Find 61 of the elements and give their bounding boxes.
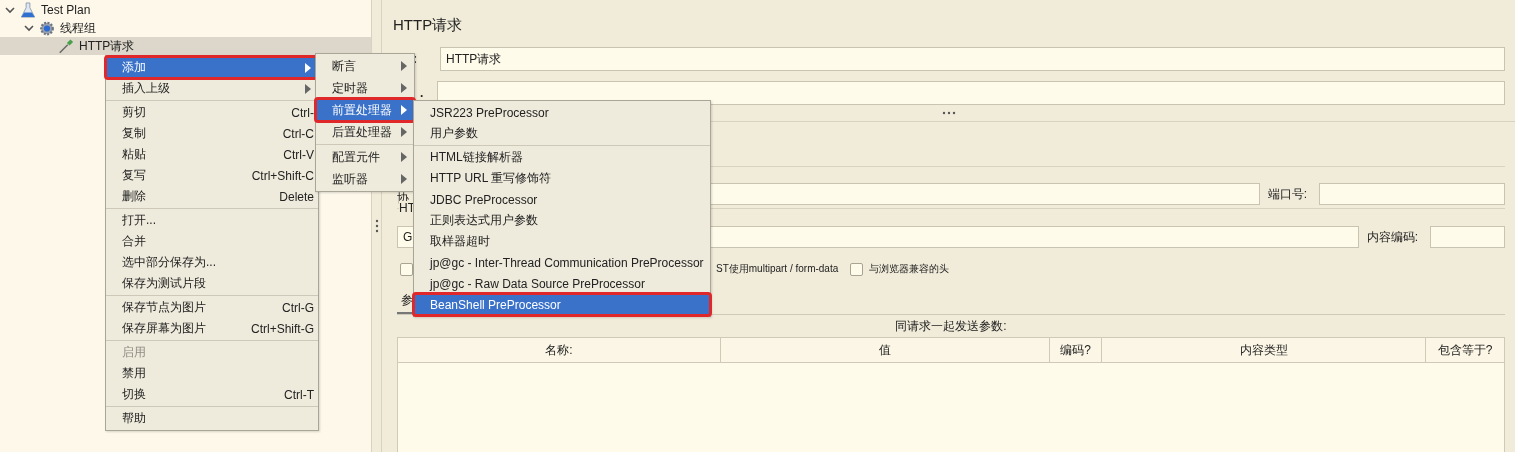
menu-item[interactable]: 复写 Ctrl+Shift-C <box>106 165 318 186</box>
menu-item[interactable]: 删除 Delete <box>106 186 318 207</box>
flask-icon <box>20 1 36 19</box>
name-field[interactable]: HTTP请求 <box>440 47 1505 71</box>
menu-item[interactable]: 打开... <box>106 210 318 231</box>
tree-item[interactable]: Test Plan <box>0 1 371 19</box>
menu-item[interactable]: 配置元件 <box>316 146 414 168</box>
panel-title: HTTP请求 <box>393 15 464 35</box>
pipette-icon <box>58 37 74 55</box>
menu-item[interactable]: 断言 <box>316 55 414 77</box>
menu-item[interactable]: 取样器超时 <box>414 231 710 252</box>
tree-label: HTTP请求 <box>79 37 135 55</box>
menu-item[interactable]: 用户参数 <box>414 123 710 144</box>
menu-item[interactable]: HTML链接解析器 <box>414 147 710 168</box>
tree-label: 线程组 <box>60 19 96 37</box>
checkbox[interactable] <box>400 262 413 276</box>
column-header[interactable]: 编码? <box>1050 338 1102 362</box>
splitter-handle-icon[interactable] <box>374 219 379 233</box>
menu-item[interactable]: 帮助 <box>106 408 318 429</box>
menu-item[interactable]: 合并 <box>106 231 318 252</box>
checkbox[interactable] <box>850 262 864 276</box>
menu-item[interactable]: 添加 <box>106 57 318 78</box>
menu-item[interactable]: 切换 Ctrl-T <box>106 384 318 405</box>
menu-item[interactable]: 监听器 <box>316 168 414 190</box>
menu-item[interactable]: 粘贴 Ctrl-V <box>106 144 318 165</box>
checkbox-label: 与浏览器兼容的头 <box>869 262 950 276</box>
comment-label: . <box>419 86 425 100</box>
chevron-icon[interactable] <box>5 5 15 15</box>
menu-item[interactable]: BeanShell PreProcessor <box>414 294 710 315</box>
comment-field[interactable] <box>437 81 1505 105</box>
menu-item[interactable]: 后置处理器 <box>316 121 414 143</box>
menu-item[interactable]: jp@gc - Inter-Thread Communication PreProcessor <box>414 252 710 273</box>
column-header[interactable]: 包含等于? <box>1426 338 1504 362</box>
menu-item[interactable]: 选中部分保存为... <box>106 252 318 273</box>
tree-item[interactable]: HTTP请求 <box>0 37 371 55</box>
menu-item[interactable]: 定时器 <box>316 77 414 99</box>
menu-item[interactable]: 前置处理器 <box>316 99 414 121</box>
tree-item[interactable]: 线程组 <box>0 19 371 37</box>
menu-item[interactable]: 插入上级 <box>106 78 318 99</box>
menu-item[interactable]: JSR223 PreProcessor <box>414 102 710 123</box>
encoding-label: 内容编码: <box>1365 228 1419 246</box>
chevron-icon[interactable] <box>24 23 34 33</box>
table-title: 同请求一起发送参数: <box>895 319 1007 333</box>
menu-item[interactable]: 保存节点为图片 Ctrl-G <box>106 297 318 318</box>
gear-icon <box>39 19 55 37</box>
menu-item[interactable]: 保存屏幕为图片 Ctrl+Shift-G <box>106 318 318 339</box>
column-header[interactable]: 内容类型 <box>1102 338 1426 362</box>
menu-item[interactable]: HTTP URL 重写修饰符 <box>414 168 710 189</box>
encoding-field[interactable] <box>1430 226 1505 248</box>
checkbox-label: ST使用multipart / form-data <box>716 262 839 276</box>
port-field[interactable] <box>1319 183 1505 205</box>
column-header[interactable]: 名称: <box>398 338 721 362</box>
menu-item[interactable]: 保存为测试片段 <box>106 273 318 294</box>
menu-item[interactable]: 剪切 Ctrl- <box>106 102 318 123</box>
menu-item[interactable]: 禁用 <box>106 363 318 384</box>
menu-item[interactable]: jp@gc - Raw Data Source PreProcessor <box>414 273 710 294</box>
splitter-handle-icon[interactable] <box>941 111 956 115</box>
menu-item[interactable]: 复制 Ctrl-C <box>106 123 318 144</box>
tree-label: Test Plan <box>41 3 91 17</box>
port-label: 端口号: <box>1266 185 1308 203</box>
column-header[interactable]: 值 <box>721 338 1050 362</box>
